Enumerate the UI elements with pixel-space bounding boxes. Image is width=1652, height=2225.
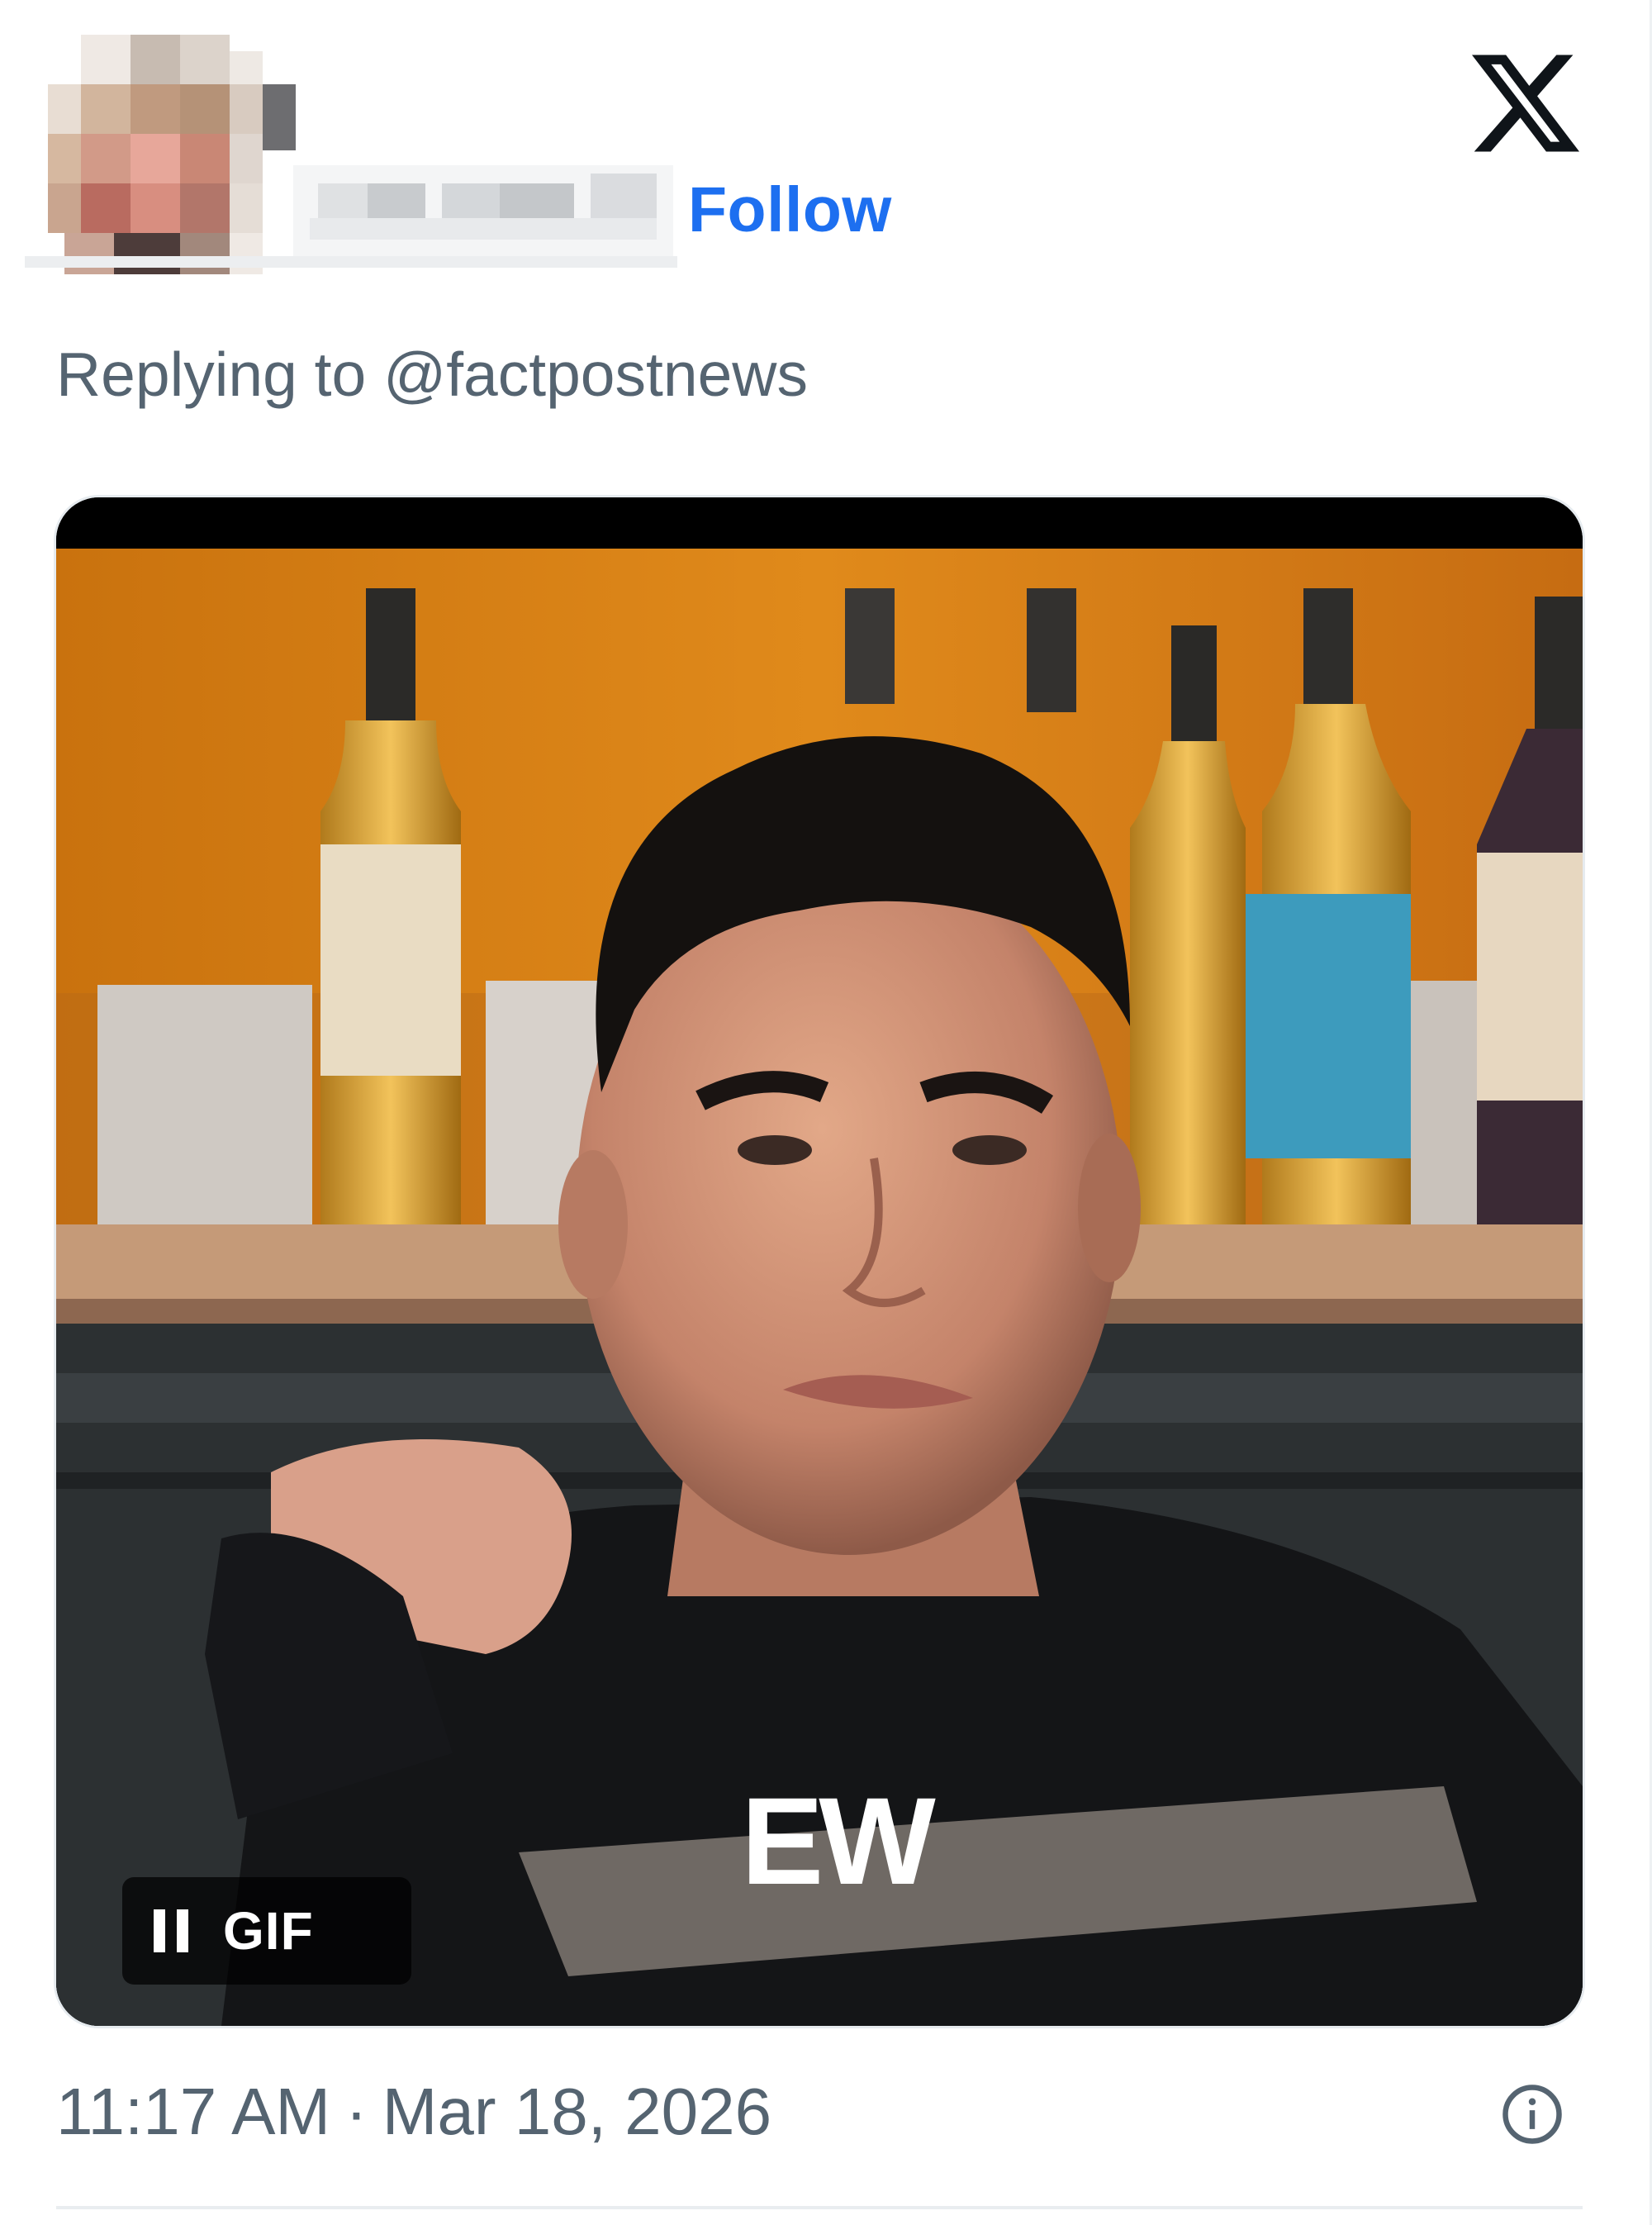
replying-prefix: Replying to	[56, 340, 367, 409]
x-logo-icon[interactable]	[1472, 50, 1579, 157]
info-icon[interactable]	[1500, 2082, 1564, 2147]
name-underline-blur	[25, 256, 677, 268]
replying-handle-link[interactable]: @factpostnews	[383, 340, 808, 409]
timestamp-separator: ·	[345, 2075, 368, 2148]
tweet-card: Follow Replying to @factpostnews EW GIF …	[0, 0, 1652, 2225]
avatar[interactable]	[48, 35, 296, 274]
display-name-blurred[interactable]	[293, 165, 673, 256]
gif-pause-badge[interactable]: GIF	[122, 1877, 411, 1985]
pause-icon	[154, 1909, 188, 1952]
follow-button[interactable]: Follow	[688, 174, 892, 247]
tweet-timestamp[interactable]: 11:17 AM · Mar 18, 2026	[56, 2074, 771, 2150]
replying-to: Replying to @factpostnews	[56, 339, 808, 410]
gif-label: GIF	[223, 1901, 314, 1961]
divider	[56, 2206, 1583, 2209]
gif-media[interactable]: EW GIF	[56, 497, 1583, 2026]
tweet-time: 11:17 AM	[56, 2075, 331, 2148]
tweet-date: Mar 18, 2026	[382, 2075, 772, 2148]
